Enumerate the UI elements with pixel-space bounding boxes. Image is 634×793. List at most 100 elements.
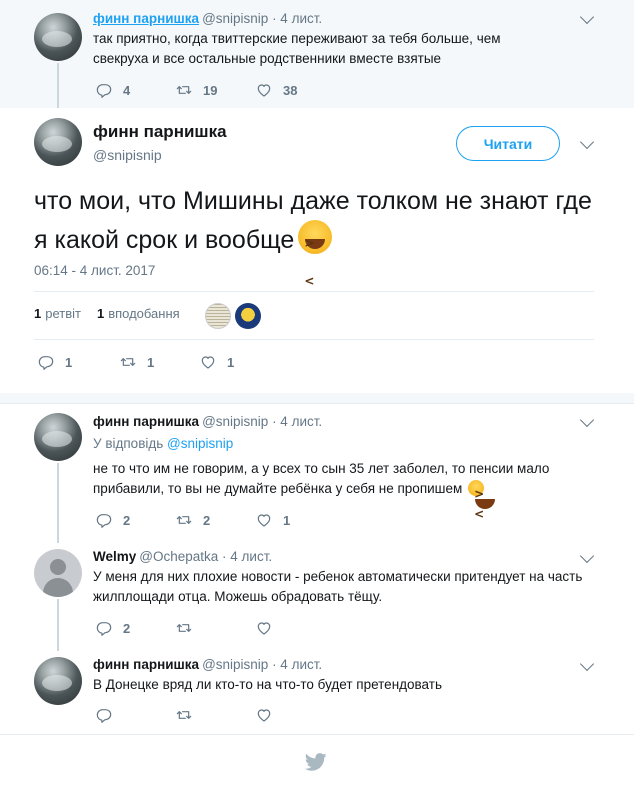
reply-icon	[37, 354, 55, 370]
thread-line	[57, 463, 59, 543]
tweet-text: что мои, что Мишины даже толком не знают…	[34, 182, 594, 300]
tweet-header: финн парнишка @snipisnip · 4 лист.	[93, 11, 322, 26]
like-icon	[255, 620, 273, 636]
reply-context-label: У відповідь	[93, 436, 164, 451]
retweet-button[interactable]	[175, 620, 255, 636]
section-gap	[0, 393, 634, 403]
tweet-actions	[95, 707, 335, 723]
tweet-text: не то что им не говорим, а у всех то сын…	[93, 459, 583, 524]
avatar[interactable]	[34, 549, 82, 597]
retweet-icon	[175, 512, 193, 528]
reply-context-user[interactable]: @snipisnip	[167, 436, 233, 451]
chevron-down-icon[interactable]	[579, 9, 595, 25]
author-name[interactable]: финн парнишка	[93, 414, 199, 429]
tweet-actions: 1 1 1	[37, 354, 279, 370]
avatar[interactable]	[34, 657, 82, 705]
reply-icon	[95, 82, 113, 98]
reply-count: 1	[65, 354, 73, 370]
reply-count: 2	[123, 512, 131, 528]
like-icon	[199, 354, 217, 370]
author-name[interactable]: финн парнишка	[93, 11, 199, 26]
retweet-stat-count: 1	[34, 306, 42, 321]
retweet-button[interactable]: 19	[175, 82, 255, 98]
chevron-down-icon[interactable]	[579, 656, 595, 672]
liker-avatar[interactable]	[235, 303, 261, 329]
avatar[interactable]	[34, 13, 82, 61]
retweet-icon	[119, 354, 137, 370]
retweet-count: 1	[147, 354, 155, 370]
thread-line	[57, 63, 59, 108]
reply-icon	[95, 512, 113, 528]
author-name[interactable]: финн парнишка	[93, 122, 227, 142]
author-name[interactable]: Welmy	[93, 549, 136, 564]
reply-button[interactable]: 4	[95, 82, 175, 98]
reply-button[interactable]	[95, 707, 175, 723]
chevron-down-icon[interactable]	[579, 548, 595, 564]
reply-context: У відповідь @snipisnip	[93, 436, 233, 451]
like-stat[interactable]: 1 вподобання	[97, 306, 180, 321]
retweet-stat[interactable]: 1 ретвіт	[34, 306, 81, 321]
retweet-button[interactable]: 2	[175, 512, 255, 528]
thread-line	[57, 599, 59, 651]
author-handle[interactable]: @snipisnip	[93, 147, 162, 163]
reply-icon	[95, 620, 113, 636]
chevron-down-icon[interactable]	[579, 134, 595, 150]
author-name[interactable]: финн парнишка	[93, 657, 199, 672]
like-button[interactable]: 1	[199, 354, 279, 370]
author-handle[interactable]: @Ochepatka	[139, 549, 218, 564]
tweet-text: В Донецке вряд ли кто-то на что-то будет…	[93, 677, 442, 692]
reply-count: 4	[123, 82, 131, 98]
retweet-icon	[175, 620, 193, 636]
avatar[interactable]	[34, 118, 82, 166]
reply-icon	[95, 707, 113, 723]
likers-avatars	[205, 303, 265, 329]
tweet-header: финн парнишка @snipisnip · 4 лист.	[93, 414, 322, 429]
tweet-actions: 4 19 38	[95, 82, 335, 98]
tweet-actions: 2 2 1	[95, 512, 335, 528]
like-button[interactable]	[255, 707, 335, 723]
tweet-text: так приятно, когда твиттерские переживаю…	[93, 31, 501, 66]
liker-avatar[interactable]	[205, 303, 231, 329]
author-handle[interactable]: @snipisnip	[202, 414, 268, 429]
tweet-timestamp[interactable]: 06:14 - 4 лист. 2017	[34, 263, 155, 278]
reply-button[interactable]: 2	[95, 512, 175, 528]
twitter-bird-icon	[305, 753, 327, 771]
retweet-button[interactable]: 1	[119, 354, 199, 370]
like-icon	[255, 512, 273, 528]
reply-button[interactable]: 2	[95, 620, 175, 636]
ancestor-tweet[interactable]: финн парнишка @snipisnip · 4 лист. так пр…	[0, 0, 634, 108]
divider	[0, 734, 634, 735]
tweet-header: Welmy @Ochepatka · 4 лист.	[93, 549, 272, 564]
follow-button[interactable]: Читати	[456, 126, 560, 161]
tweet-date[interactable]: · 4 лист.	[272, 11, 322, 26]
like-button[interactable]: 1	[255, 512, 335, 528]
default-avatar-head	[50, 559, 66, 575]
retweet-count: 19	[203, 82, 218, 98]
retweet-button[interactable]	[175, 707, 255, 723]
avatar[interactable]	[34, 413, 82, 461]
like-icon	[255, 82, 273, 98]
author-handle[interactable]: @snipisnip	[202, 11, 268, 26]
tweet-date[interactable]: · 4 лист.	[272, 657, 322, 672]
author-handle[interactable]: @snipisnip	[202, 657, 268, 672]
like-stat-label: вподобання	[108, 306, 180, 321]
retweet-icon	[175, 707, 193, 723]
divider	[34, 339, 594, 340]
like-stat-count: 1	[96, 306, 105, 321]
like-count: 38	[283, 82, 298, 98]
retweet-count: 2	[203, 512, 211, 528]
divider	[34, 291, 594, 292]
tweet-header: финн парнишка @snipisnip · 4 лист.	[93, 657, 322, 672]
reply-count: 2	[123, 620, 131, 636]
tweet-date[interactable]: · 4 лист.	[272, 414, 322, 429]
reply-button[interactable]: 1	[37, 354, 119, 370]
like-count: 1	[227, 354, 235, 370]
like-icon	[255, 707, 273, 723]
tweet-date[interactable]: · 4 лист.	[222, 549, 272, 564]
like-button[interactable]: 38	[255, 82, 335, 98]
default-avatar-body	[43, 578, 73, 597]
like-button[interactable]	[255, 620, 335, 636]
tweet-actions: 2	[95, 620, 335, 636]
tongue-face-emoji-icon	[468, 480, 496, 524]
chevron-down-icon[interactable]	[579, 412, 595, 428]
